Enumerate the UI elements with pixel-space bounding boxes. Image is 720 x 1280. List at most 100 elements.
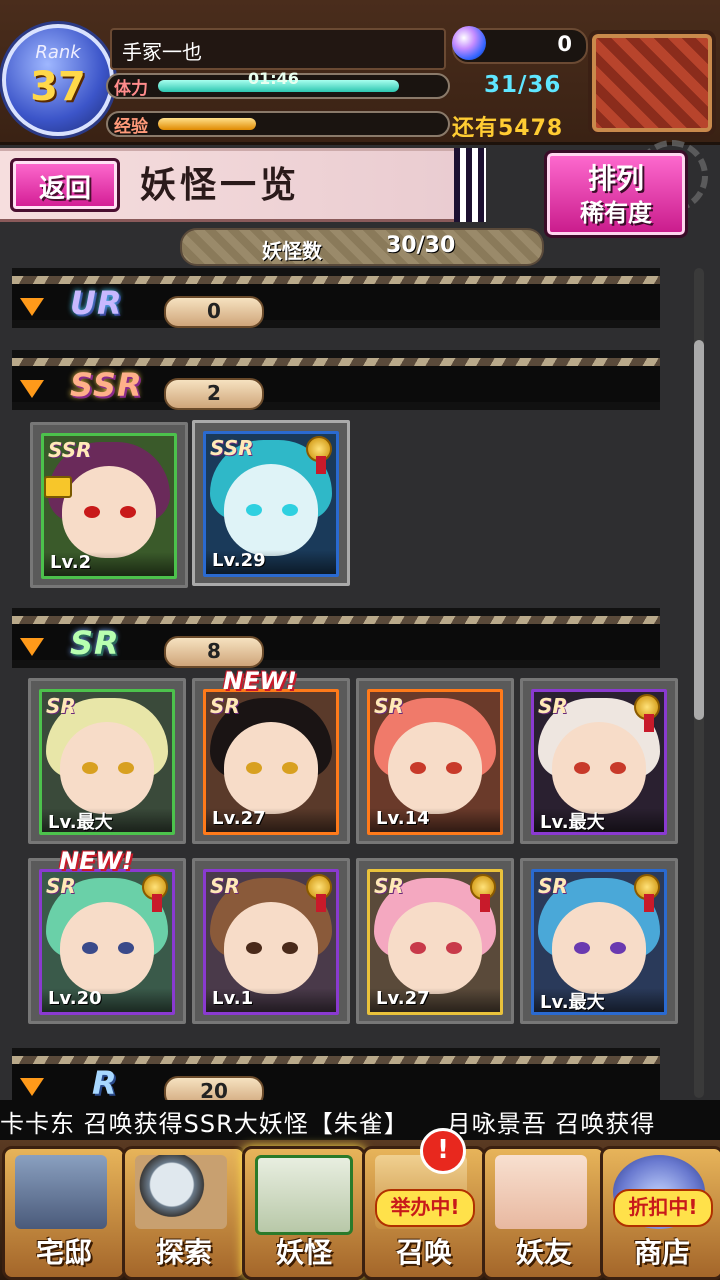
scrollbar-thumb[interactable]	[694, 340, 704, 720]
yokai-card[interactable]: SR Lv.最大	[28, 678, 186, 844]
card-rarity-tag: SR	[46, 694, 76, 718]
rarity-count: 8	[164, 636, 264, 668]
yokai-count-label: 妖怪数	[262, 239, 322, 263]
nav-label: 妖怪	[275, 1236, 332, 1269]
scroll-icon	[255, 1155, 353, 1235]
card-level: Lv.27	[370, 988, 500, 1012]
rarity-label: SSR	[70, 366, 143, 404]
yokai-card[interactable]: SR Lv.20 NEW!	[28, 847, 186, 1024]
rarity-count: 20	[164, 1076, 264, 1100]
exp-fill	[158, 118, 256, 130]
mansion-icon	[15, 1155, 107, 1229]
ribbon-icon	[644, 894, 654, 912]
sort-mode-label: 稀有度	[580, 199, 652, 227]
nav-label: 召唤	[395, 1236, 452, 1269]
yokai-card[interactable]: SR Lv.27	[356, 858, 514, 1024]
new-badge: NEW!	[59, 847, 133, 875]
new-badge: NEW!	[223, 667, 297, 695]
section-header-ssr[interactable]: SSR 2	[12, 350, 660, 410]
nav-shop[interactable]: 折扣中! 商店	[600, 1146, 720, 1280]
rank-badge[interactable]: Rank 37	[2, 24, 114, 136]
collapse-arrow-icon	[20, 298, 44, 316]
exp-label: 经验	[114, 117, 148, 137]
card-rarity-tag: SR	[210, 874, 240, 898]
sort-button[interactable]: 排列 稀有度	[544, 150, 688, 238]
ribbon-icon	[152, 894, 162, 912]
rank-value: 37	[30, 64, 86, 110]
rarity-label: SR	[70, 624, 120, 662]
stamina-timer: 01:46	[248, 69, 299, 88]
nav-label: 探索	[155, 1236, 212, 1269]
yokai-count-bar: 妖怪数 30/30	[180, 228, 544, 266]
yokai-count-value: 30/30	[386, 233, 456, 258]
nav-summon[interactable]: 举办中! 召唤	[362, 1146, 486, 1280]
card-rarity-tag: SR	[374, 694, 404, 718]
nav-label: 宅邸	[35, 1236, 92, 1269]
nav-label: 妖友	[515, 1236, 572, 1269]
gem-orb-icon	[452, 26, 486, 60]
stamina-count: 31/36	[484, 72, 562, 98]
collapse-arrow-icon	[20, 1078, 44, 1096]
card-level: Lv.最大	[534, 808, 664, 832]
sale-badge: 折扣中!	[613, 1189, 713, 1227]
card-level: Lv.27	[206, 808, 336, 832]
yokai-card[interactable]: SSR Lv.2	[30, 422, 188, 588]
card-rarity-tag: SR	[210, 694, 240, 718]
card-rarity-tag: SR	[538, 874, 568, 898]
lock-icon	[44, 476, 72, 498]
sort-label: 排列	[587, 162, 644, 195]
banner-stripes	[454, 148, 486, 222]
card-rarity-tag: SSR	[210, 436, 254, 460]
rank-label: Rank	[35, 42, 81, 63]
rarity-label: R	[92, 1064, 118, 1100]
exp-remaining: 还有5478	[452, 116, 564, 141]
collapse-arrow-icon	[20, 638, 44, 656]
card-level: Lv.2	[44, 552, 174, 576]
yokai-card[interactable]: SSR Lv.29	[192, 420, 350, 586]
nav-label: 商店	[633, 1236, 690, 1269]
ribbon-icon	[316, 456, 326, 474]
card-rarity-tag: SR	[374, 874, 404, 898]
card-level: Lv.29	[206, 550, 336, 574]
ribbon-icon	[316, 894, 326, 912]
section-header-r[interactable]: R 20	[12, 1048, 660, 1100]
card-level: Lv.14	[370, 808, 500, 832]
magnifier-icon	[135, 1155, 227, 1229]
back-label: 返回	[38, 174, 91, 204]
ribbon-icon	[644, 714, 654, 732]
nav-friends[interactable]: 妖友	[482, 1146, 606, 1280]
bottom-nav: 宅邸 探索 妖怪 举办中! 召唤 妖友 折扣中! 商店	[0, 1140, 720, 1280]
page-title: 妖怪一览	[140, 165, 301, 206]
card-level: Lv.最大	[42, 808, 172, 832]
yokai-list[interactable]: UR 0 SSR 2 SSR Lv.2 SSR Lv.29 SR 8 SR Lv…	[0, 262, 690, 1100]
gem-value: 0	[557, 32, 572, 56]
player-name-box[interactable]: 手冢一也	[110, 28, 446, 70]
card-level: Lv.最大	[534, 988, 664, 1012]
card-level: Lv.20	[42, 988, 172, 1012]
yokai-card[interactable]: SR Lv.最大	[520, 678, 678, 844]
yokai-card[interactable]: SR Lv.1	[192, 858, 350, 1024]
collapse-arrow-icon	[20, 380, 44, 398]
back-button[interactable]: 返回	[10, 158, 120, 212]
gift-box-icon[interactable]	[588, 30, 716, 136]
event-badge: 举办中!	[375, 1189, 475, 1227]
news-ticker: 卡卡东 召唤获得SSR大妖怪【朱雀】 月咏景吾 召唤获得	[0, 1100, 720, 1140]
nav-yokai[interactable]: 妖怪	[242, 1146, 366, 1280]
alert-icon: !	[420, 1128, 466, 1174]
yokai-card[interactable]: SR Lv.最大	[520, 858, 678, 1024]
gem-counter[interactable]: 0	[452, 26, 588, 64]
section-header-ur[interactable]: UR 0	[12, 268, 660, 328]
section-header-sr[interactable]: SR 8	[12, 608, 660, 668]
card-rarity-tag: SSR	[48, 438, 92, 462]
status-header: Rank 37 手冢一也 体力 01:46 经验 0 31/36 还有5478	[0, 0, 720, 145]
yokai-card[interactable]: SR Lv.27 NEW!	[192, 667, 350, 844]
nav-mansion[interactable]: 宅邸	[2, 1146, 126, 1280]
card-rarity-tag: SR	[538, 694, 568, 718]
exp-bar: 经验	[106, 111, 450, 137]
rarity-label: UR	[70, 284, 123, 322]
yokai-card[interactable]: SR Lv.14	[356, 678, 514, 844]
stamina-bar: 体力 01:46	[106, 69, 450, 99]
player-name: 手冢一也	[122, 40, 202, 64]
card-rarity-tag: SR	[46, 874, 76, 898]
nav-explore[interactable]: 探索	[122, 1146, 246, 1280]
